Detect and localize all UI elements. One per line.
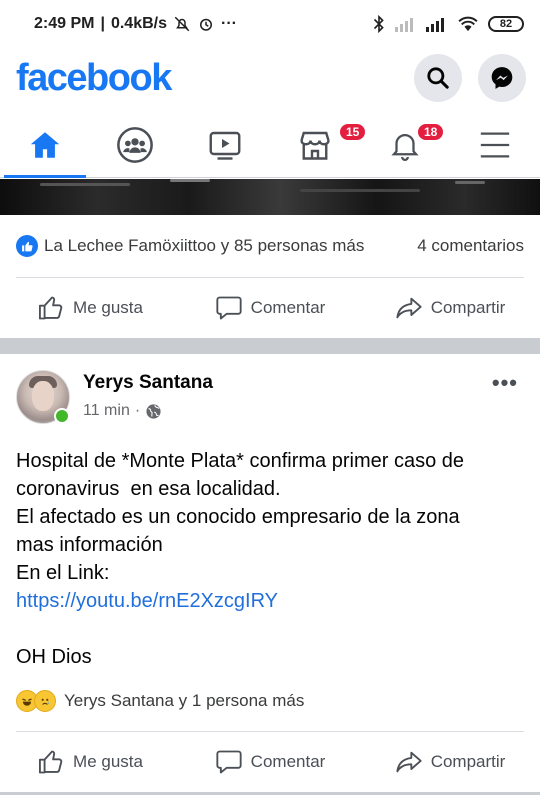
hamburger-menu-icon [480, 132, 510, 157]
like-button[interactable]: Me gusta [0, 748, 180, 776]
share-icon [396, 297, 422, 319]
home-icon [30, 131, 60, 158]
battery-indicator: 82 [488, 16, 524, 32]
comment-label: Comentar [250, 752, 326, 771]
main-navigation-tabs: 15 18 [0, 112, 540, 178]
post-actions: Me gusta Comentar Compartir [0, 733, 540, 791]
share-label: Compartir [430, 298, 506, 317]
more-options-icon[interactable]: ••• [492, 370, 518, 396]
online-status-dot [54, 408, 70, 424]
status-separator: | [100, 15, 105, 32]
network-speed: 0.4kB/s [110, 15, 167, 32]
post-image[interactable] [0, 179, 540, 215]
post-meta: 11 min · [83, 402, 162, 420]
signal-icon-2 [426, 16, 448, 32]
globe-icon [146, 403, 161, 419]
messenger-icon [491, 67, 513, 89]
share-button[interactable]: Compartir [360, 748, 540, 776]
status-bar: 2:49 PM | 0.4kB/s ··· 82 [0, 0, 540, 48]
notifications-badge: 18 [416, 122, 446, 142]
post-body: Hospital de *Monte Plata* confirma prime… [16, 447, 526, 671]
reactions-text: Yerys Santana y 1 persona más [64, 691, 305, 710]
search-button[interactable] [414, 54, 462, 102]
tab-marketplace[interactable]: 15 [270, 112, 368, 177]
search-icon [427, 67, 449, 89]
post-reactions-summary[interactable]: La Lechee Famöxiittoo y 85 personas más … [16, 228, 524, 264]
post-closing-text: OH Dios [16, 646, 92, 668]
video-icon [209, 131, 241, 160]
tab-home[interactable] [0, 112, 90, 178]
share-label: Compartir [430, 752, 506, 771]
post-text-line: Hospital de *Monte Plata* confirma prime… [16, 450, 464, 472]
like-button[interactable]: Me gusta [0, 294, 180, 322]
post-actions: Me gusta Comentar Compartir [0, 279, 540, 337]
post-reactions-summary[interactable]: Yerys Santana y 1 persona más [16, 686, 304, 716]
post-text-line: En el Link: [16, 562, 110, 584]
signal-icon [395, 16, 417, 32]
share-button[interactable]: Compartir [360, 294, 540, 322]
groups-icon [117, 126, 153, 163]
thumbs-up-icon [39, 750, 63, 774]
tab-watch[interactable] [180, 112, 270, 177]
post-text-line: El afectado es un conocido empresario de… [16, 506, 460, 528]
share-icon [396, 751, 422, 773]
thumbs-up-icon [39, 296, 63, 320]
like-label: Me gusta [73, 752, 143, 771]
feed-separator [0, 338, 540, 354]
wifi-icon [457, 16, 479, 32]
alarm-icon [197, 15, 215, 33]
post-time[interactable]: 11 min [83, 402, 130, 420]
comments-count[interactable]: 4 comentarios [417, 236, 524, 256]
meta-dot: · [134, 402, 141, 419]
like-reaction-icon [16, 235, 38, 257]
facebook-logo[interactable]: facebook [16, 57, 172, 100]
store-icon [300, 131, 330, 160]
divider [16, 731, 524, 732]
tab-notifications[interactable]: 18 [360, 112, 450, 177]
status-time: 2:49 PM [34, 15, 95, 32]
tab-groups[interactable] [90, 112, 180, 177]
tab-menu[interactable] [450, 112, 540, 177]
app-header: facebook [0, 48, 540, 108]
post-text-line: coronavirus en esa localidad. [16, 478, 281, 500]
post-header: Yerys Santana 11 min · ••• [16, 370, 524, 428]
like-label: Me gusta [73, 298, 143, 317]
comment-icon [216, 750, 242, 774]
bluetooth-icon [372, 15, 386, 33]
post-link[interactable]: https://youtu.be/rnE2XzcgIRY [16, 587, 526, 615]
post-author[interactable]: Yerys Santana [83, 372, 213, 394]
reactions-text: La Lechee Famöxiittoo y 85 personas más [44, 236, 365, 255]
more-notifications-icon: ··· [221, 15, 237, 32]
comment-label: Comentar [250, 298, 326, 317]
sad-reaction-icon [34, 690, 56, 712]
comment-button[interactable]: Comentar [180, 294, 360, 322]
post-text-line: mas información [16, 534, 163, 556]
divider [16, 277, 524, 278]
mute-icon [173, 15, 191, 33]
comment-button[interactable]: Comentar [180, 748, 360, 776]
messenger-button[interactable] [478, 54, 526, 102]
comment-icon [216, 296, 242, 320]
